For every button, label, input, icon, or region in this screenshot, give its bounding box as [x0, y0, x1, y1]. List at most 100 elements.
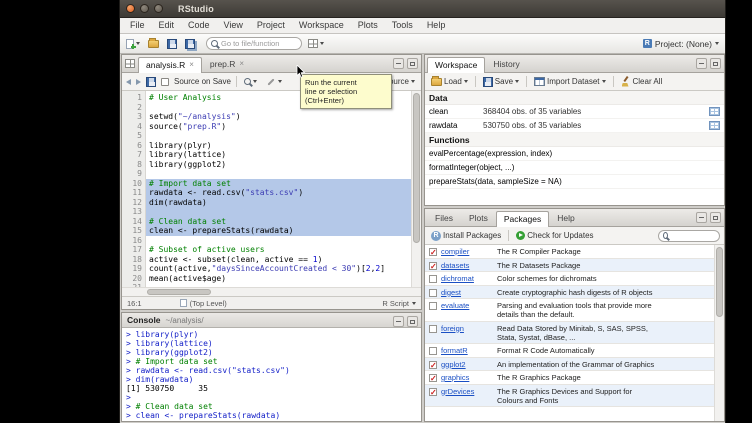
checkbox-unchecked-icon[interactable]	[429, 302, 437, 310]
package-link[interactable]: foreign	[441, 324, 497, 333]
source-on-save-checkbox[interactable]	[161, 78, 169, 86]
package-link[interactable]: grDevices	[441, 387, 497, 396]
checkbox-checked-icon[interactable]: ✓	[429, 248, 437, 256]
menu-edit[interactable]: Edit	[152, 18, 182, 33]
menu-project[interactable]: Project	[250, 18, 292, 33]
code-line[interactable]: active <- subset(clean, active == 1)	[146, 255, 411, 265]
package-link[interactable]: graphics	[441, 373, 497, 382]
editor-code[interactable]: # User Analysis setwd("~/analysis")sourc…	[146, 91, 411, 287]
tab-files[interactable]: Files	[427, 210, 461, 226]
console-output[interactable]: > library(plyr)> library(lattice)> libra…	[122, 328, 421, 421]
scrollbar-thumb[interactable]	[413, 93, 420, 243]
code-line[interactable]: library(plyr)	[146, 141, 411, 151]
code-line[interactable]: # Clean data set	[146, 217, 411, 227]
menu-help[interactable]: Help	[420, 18, 453, 33]
code-line[interactable]: rawdata <- read.csv("stats.csv")	[146, 188, 411, 198]
menu-code[interactable]: Code	[181, 18, 217, 33]
package-link[interactable]: digest	[441, 288, 497, 297]
tab-workspace[interactable]: Workspace	[427, 57, 485, 73]
code-line[interactable]: mean(active$age)	[146, 274, 411, 284]
maximize-pane-button[interactable]	[407, 58, 418, 69]
maximize-pane-button[interactable]	[407, 316, 418, 327]
save-source-icon[interactable]	[146, 77, 156, 87]
workspace-item[interactable]: prepareStats(data, sampleSize = NA)	[425, 175, 724, 189]
tab-plots[interactable]: Plots	[461, 210, 496, 226]
goto-file-function-input[interactable]	[221, 39, 295, 48]
editor-vertical-scrollbar[interactable]	[411, 91, 421, 287]
window-close-button[interactable]	[126, 4, 135, 13]
code-line[interactable]: clean <- prepareStats(rawdata)	[146, 226, 411, 236]
code-line[interactable]: library(ggplot2)	[146, 160, 411, 170]
minimize-pane-button[interactable]	[393, 316, 404, 327]
packages-search-input[interactable]	[671, 231, 715, 240]
scope-selector[interactable]: (Top Level)	[180, 299, 227, 308]
checkbox-checked-icon[interactable]: ✓	[429, 388, 437, 396]
code-line[interactable]: source("prep.R")	[146, 122, 411, 132]
menu-workspace[interactable]: Workspace	[292, 18, 351, 33]
new-file-button[interactable]	[124, 38, 142, 50]
view-data-grid-icon[interactable]	[709, 107, 720, 116]
save-all-button[interactable]	[183, 38, 199, 50]
minimize-pane-button[interactable]	[696, 212, 707, 223]
menu-view[interactable]: View	[217, 18, 250, 33]
code-line[interactable]	[146, 236, 411, 246]
workspace-item[interactable]: formatInteger(object, ...)	[425, 161, 724, 175]
package-link[interactable]: ggplot2	[441, 360, 497, 369]
workspace-item[interactable]: evalPercentage(expression, index)	[425, 147, 724, 161]
forward-icon[interactable]	[136, 79, 141, 85]
window-minimize-button[interactable]	[140, 4, 149, 13]
close-tab-icon[interactable]: ×	[239, 60, 244, 68]
import-dataset-button[interactable]: Import Dataset	[532, 76, 607, 87]
scrollbar-thumb[interactable]	[716, 247, 723, 317]
workspace-item[interactable]: rawdata530750 obs. of 35 variables	[425, 119, 724, 133]
package-link[interactable]: compiler	[441, 247, 497, 256]
save-workspace-button[interactable]: Save	[481, 76, 521, 88]
check-updates-button[interactable]: Check for Updates	[514, 230, 595, 241]
code-line[interactable]: count(active,"daysSinceAccountCreated < …	[146, 264, 411, 274]
maximize-pane-button[interactable]	[710, 212, 721, 223]
checkbox-unchecked-icon[interactable]	[429, 289, 437, 297]
window-maximize-button[interactable]	[154, 4, 163, 13]
install-packages-button[interactable]: R Install Packages	[429, 230, 503, 242]
load-workspace-button[interactable]: Load	[429, 76, 470, 87]
code-line[interactable]: setwd("~/analysis")	[146, 112, 411, 122]
find-replace-button[interactable]	[242, 77, 259, 86]
file-type-selector[interactable]: R Script	[382, 299, 416, 308]
checkbox-checked-icon[interactable]: ✓	[429, 262, 437, 270]
checkbox-unchecked-icon[interactable]	[429, 347, 437, 355]
package-link[interactable]: datasets	[441, 261, 497, 270]
workspace-item[interactable]: clean368404 obs. of 35 variables	[425, 105, 724, 119]
back-icon[interactable]	[126, 79, 131, 85]
clear-all-button[interactable]: Clear All	[619, 76, 665, 88]
close-tab-icon[interactable]: ×	[189, 61, 194, 69]
tab-history[interactable]: History	[485, 56, 527, 72]
checkbox-checked-icon[interactable]: ✓	[429, 374, 437, 382]
code-tools-button[interactable]	[264, 76, 284, 87]
menu-file[interactable]: File	[123, 18, 152, 33]
code-line[interactable]	[146, 131, 411, 141]
package-link[interactable]: evaluate	[441, 301, 497, 310]
project-chooser[interactable]: R Project: (None)	[643, 34, 719, 53]
editor-horizontal-scrollbar[interactable]	[122, 287, 421, 296]
goto-file-function-box[interactable]	[206, 37, 302, 50]
maximize-pane-button[interactable]	[710, 58, 721, 69]
packages-vertical-scrollbar[interactable]	[714, 245, 724, 421]
tab-packages[interactable]: Packages	[496, 211, 549, 227]
code-line[interactable]: dim(rawdata)	[146, 198, 411, 208]
minimize-pane-button[interactable]	[393, 58, 404, 69]
minimize-pane-button[interactable]	[696, 58, 707, 69]
tab-prep-r[interactable]: prep.R×	[202, 56, 252, 72]
menu-plots[interactable]: Plots	[351, 18, 385, 33]
code-line[interactable]	[146, 169, 411, 179]
checkbox-unchecked-icon[interactable]	[429, 275, 437, 283]
scrollbar-thumb[interactable]	[147, 289, 211, 295]
tab-analysis-r[interactable]: analysis.R×	[138, 57, 202, 73]
tab-help[interactable]: Help	[549, 210, 582, 226]
code-line[interactable]	[146, 207, 411, 217]
package-link[interactable]: dichromat	[441, 274, 497, 283]
source-tabset-icon[interactable]	[125, 59, 135, 68]
menu-tools[interactable]: Tools	[385, 18, 420, 33]
workspace-panes-button[interactable]	[306, 38, 326, 49]
save-button[interactable]	[165, 38, 179, 50]
code-line[interactable]: # Subset of active users	[146, 245, 411, 255]
